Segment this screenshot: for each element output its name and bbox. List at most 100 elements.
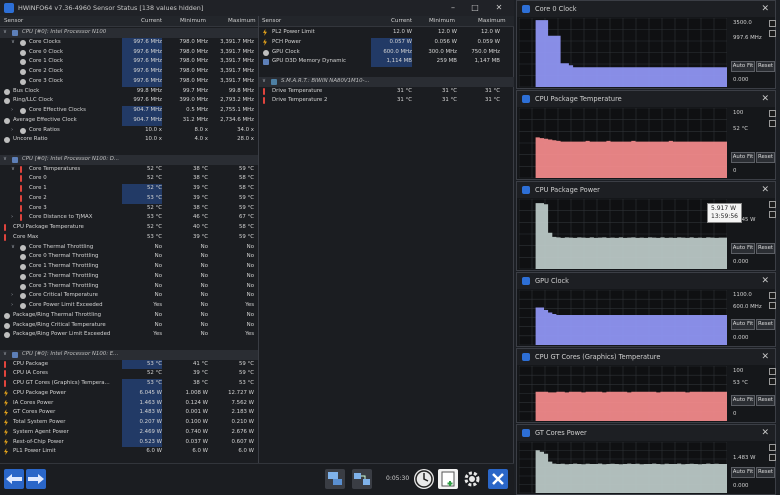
network-monitor-icon[interactable]	[325, 469, 345, 489]
sensor-row[interactable]: CPU Package Temperature 52 °C 40 °C 58 °C	[0, 223, 258, 233]
title-bar[interactable]: HWiNFO64 v7.36-4960 Sensor Status [138 v…	[0, 0, 514, 16]
collapse-chevron-icon[interactable]: ∨	[3, 155, 7, 165]
graph-close-icon[interactable]: ✕	[761, 349, 769, 365]
minimum-column-header[interactable]: Minimum	[180, 16, 206, 27]
sensor-row[interactable]: Ring/LLC Clock 997.6 MHz 399.0 MHz 2,793.2 …	[0, 96, 258, 106]
auto-fit-button[interactable]: Auto Fit	[731, 467, 755, 478]
reset-button[interactable]: Reset	[756, 152, 775, 163]
sensor-row[interactable]: PL1 Power Limit 6.0 W 6.0 W 6.0 W	[0, 447, 258, 457]
sensor-graph-window[interactable]: CPU Package Temperature ✕ 100 52 °C Auto…	[516, 90, 776, 180]
graph-close-icon[interactable]: ✕	[761, 273, 769, 289]
sensor-row[interactable]: PL2 Power Limit 12.0 W 12.0 W 12.0 W	[259, 28, 514, 38]
sensor-row[interactable]: › Core Critical Temperature No No No	[0, 291, 258, 301]
sensor-row[interactable]: Core 1 52 °C 39 °C 58 °C	[0, 184, 258, 194]
auto-fit-button[interactable]: Auto Fit	[731, 243, 755, 254]
sensor-row[interactable]: Core 1 Thermal Throttling No No No	[0, 262, 258, 272]
sensor-row[interactable]: Drive Temperature 31 °C 31 °C 31 °C	[259, 87, 514, 97]
expand-chevron-icon[interactable]: ›	[11, 301, 13, 311]
sensor-group-header[interactable]: ∨ S.M.A.R.T.: BIWIN NA80V1M10-...	[259, 76, 514, 87]
collapse-chevron-icon[interactable]: ∨	[262, 77, 266, 87]
settings-gear-icon[interactable]	[462, 469, 482, 489]
sensor-row[interactable]: CPU Package Power 6.045 W 1.008 W 12.727 W	[0, 388, 258, 399]
sensor-row[interactable]: GT Cores Power 1.483 W 0.001 W 2.183 W	[0, 408, 258, 418]
sensor-row[interactable]: CPU IA Cores 52 °C 39 °C 59 °C	[0, 369, 258, 379]
sensor-row[interactable]: › Core Ratios 10.0 x 8.0 x 34.0 x	[0, 126, 258, 136]
sensor-row[interactable]: Core 2 Clock 997.6 MHz 798.0 MHz 3,391.7 MH…	[0, 67, 258, 77]
left-sensor-list[interactable]: ∨ CPU [#0]: Intel Processor N100 ∨ Core Clo…	[0, 28, 258, 463]
reset-button[interactable]: Reset	[756, 395, 775, 406]
sensor-row[interactable]: CPU Package 53 °C 41 °C 59 °C	[0, 359, 258, 370]
collapse-chevron-icon[interactable]: ∨	[11, 38, 15, 48]
reset-button[interactable]: Reset	[756, 319, 775, 330]
sensor-row[interactable]: Core Max 53 °C 39 °C 59 °C	[0, 233, 258, 243]
expand-chevron-icon[interactable]: ›	[11, 213, 13, 223]
sensor-row[interactable]: CPU GT Cores (Graphics) Tempera... 53 °C 3…	[0, 379, 258, 389]
graph-title-bar[interactable]: CPU Package Power ✕	[517, 182, 775, 198]
maximize-button[interactable]: □	[468, 2, 482, 14]
sensor-row[interactable]: Bus Clock 99.8 MHz 99.7 MHz 99.8 MHz	[0, 87, 258, 97]
sensor-group-header[interactable]: ∨ CPU [#0]: Intel Processor N100: D...	[0, 154, 258, 165]
right-sensor-list[interactable]: PL2 Power Limit 12.0 W 12.0 W 12.0 W PCH Pow…	[259, 28, 514, 463]
navigate-right-arrows-icon[interactable]	[26, 469, 46, 489]
graph-title-bar[interactable]: Core 0 Clock ✕	[517, 1, 775, 17]
current-checkbox[interactable]	[769, 30, 776, 37]
save-report-icon[interactable]	[438, 469, 458, 489]
max-checkbox[interactable]	[769, 201, 776, 208]
graph-close-icon[interactable]: ✕	[761, 182, 769, 198]
sensor-graph-window[interactable]: GT Cores Power ✕ 1.483 W Auto Fit Reset …	[516, 424, 776, 495]
sensor-row[interactable]: › Core Power Limit Exceeded Yes No Yes	[0, 301, 258, 311]
minimize-button[interactable]: –	[446, 2, 460, 14]
sensor-graph-window[interactable]: CPU Package Power ✕ 6.045 W Auto Fit Res…	[516, 181, 776, 271]
current-checkbox[interactable]	[769, 378, 776, 385]
sensor-row[interactable]: Core 3 52 °C 38 °C 59 °C	[0, 204, 258, 214]
collapse-chevron-icon[interactable]: ∨	[3, 350, 7, 360]
maximum-column-header[interactable]: Maximum	[228, 16, 256, 27]
sensor-row[interactable]: System Agent Power 2.469 W 0.740 W 2.676 W	[0, 427, 258, 438]
navigate-left-arrows-icon[interactable]	[4, 469, 24, 489]
current-column-header-right[interactable]: Current	[391, 16, 412, 27]
sensor-row[interactable]: Package/Ring Critical Temperature No No No	[0, 321, 258, 331]
reset-button[interactable]: Reset	[756, 243, 775, 254]
graph-title-bar[interactable]: CPU Package Temperature ✕	[517, 91, 775, 107]
sensor-row[interactable]: ∨ Core Clocks 997.6 MHz 798.0 MHz 3,391.7 MH…	[0, 37, 258, 48]
max-checkbox[interactable]	[769, 368, 776, 375]
sensor-row[interactable]: Core 1 Clock 997.6 MHz 798.0 MHz 3,391.7 MH…	[0, 57, 258, 67]
minimum-column-header-right[interactable]: Minimum	[429, 16, 455, 27]
sensor-group-header[interactable]: ∨ CPU [#0]: Intel Processor N100: E...	[0, 349, 258, 360]
graph-title-bar[interactable]: CPU GT Cores (Graphics) Temperature ✕	[517, 349, 775, 365]
sensor-row[interactable]: Total System Power 0.207 W 0.100 W 0.210 W	[0, 418, 258, 428]
sensor-sharing-icon[interactable]	[352, 469, 372, 489]
reset-button[interactable]: Reset	[756, 467, 775, 478]
max-checkbox[interactable]	[769, 110, 776, 117]
sensor-graph-window[interactable]: GPU Clock ✕ 1100.0 600.0 MHz Auto Fit Re…	[516, 272, 776, 347]
sensor-row[interactable]: ∨ Core Thermal Throttling No No No	[0, 243, 258, 253]
sensor-graph-window[interactable]: Core 0 Clock ✕ 3500.0 997.6 MHz Auto Fit…	[516, 0, 776, 89]
collapse-chevron-icon[interactable]: ∨	[3, 28, 7, 38]
sensor-graph-window[interactable]: CPU GT Cores (Graphics) Temperature ✕ 10…	[516, 348, 776, 423]
sensor-row[interactable]: Drive Temperature 2 31 °C 31 °C 31 °C	[259, 96, 514, 106]
reset-button[interactable]: Reset	[756, 61, 775, 72]
collapse-chevron-icon[interactable]: ∨	[11, 165, 15, 175]
max-checkbox[interactable]	[769, 292, 776, 299]
sensor-row[interactable]: Core 0 Thermal Throttling No No No	[0, 252, 258, 262]
sensor-group-header[interactable]: ∨ CPU [#0]: Intel Processor N100	[0, 28, 258, 38]
sensor-row[interactable]: Core 0 Clock 997.6 MHz 798.0 MHz 3,391.7 MH…	[0, 47, 258, 58]
expand-chevron-icon[interactable]: ›	[11, 126, 13, 136]
close-sensors-icon[interactable]	[488, 469, 508, 489]
auto-fit-button[interactable]: Auto Fit	[731, 395, 755, 406]
collapse-chevron-icon[interactable]: ∨	[11, 243, 15, 253]
sensor-row[interactable]: Package/Ring Power Limit Exceeded Yes No Ye…	[0, 330, 258, 340]
close-button[interactable]: ✕	[492, 2, 506, 14]
maximum-column-header-right[interactable]: Maximum	[478, 16, 506, 27]
sensor-row[interactable]: Package/Ring Thermal Throttling No No No	[0, 311, 258, 321]
sensor-row[interactable]: Rest-of-Chip Power 0.523 W 0.037 W 0.607 W	[0, 437, 258, 448]
graph-close-icon[interactable]: ✕	[761, 1, 769, 17]
sensor-row[interactable]: Core 3 Clock 997.6 MHz 798.0 MHz 3,391.7 MH…	[0, 76, 258, 87]
sensor-row[interactable]: IA Cores Power 1.463 W 0.124 W 7.562 W	[0, 398, 258, 409]
sensor-row[interactable]: Average Effective Clock 904.7 MHz 31.2 MHz…	[0, 115, 258, 126]
sensor-row[interactable]: Core 2 53 °C 39 °C 59 °C	[0, 193, 258, 204]
current-checkbox[interactable]	[769, 120, 776, 127]
sensor-row[interactable]: Uncore Ratio 10.0 x 4.0 x 28.0 x	[0, 135, 258, 145]
sensor-row[interactable]: PCH Power 0.057 W 0.056 W 0.059 W	[259, 37, 514, 48]
sensor-row[interactable]: Core 3 Thermal Throttling No No No	[0, 282, 258, 292]
